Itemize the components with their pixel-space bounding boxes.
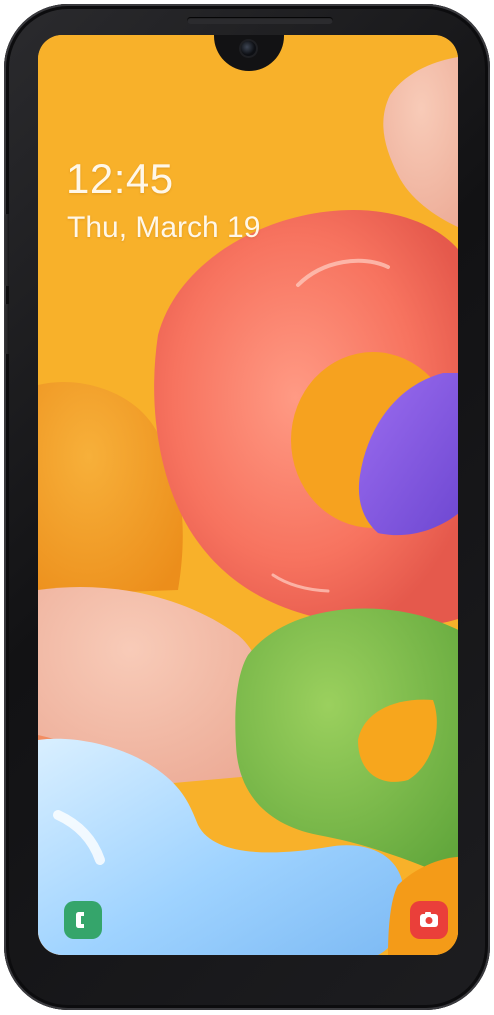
lock-screen-date: Thu, March 19 [67, 211, 261, 244]
camera-shortcut-button[interactable] [410, 901, 448, 939]
lock-screen[interactable]: 12:45 Thu, March 19 [38, 35, 458, 955]
volume-button [4, 214, 9, 286]
camera-icon [420, 912, 438, 927]
phone-icon [76, 912, 84, 928]
power-button [4, 304, 9, 354]
phone-shortcut-button[interactable] [64, 901, 102, 939]
front-camera [241, 41, 256, 56]
earpiece-speaker [187, 17, 333, 24]
lock-screen-clock: 12:45 [66, 155, 174, 202]
